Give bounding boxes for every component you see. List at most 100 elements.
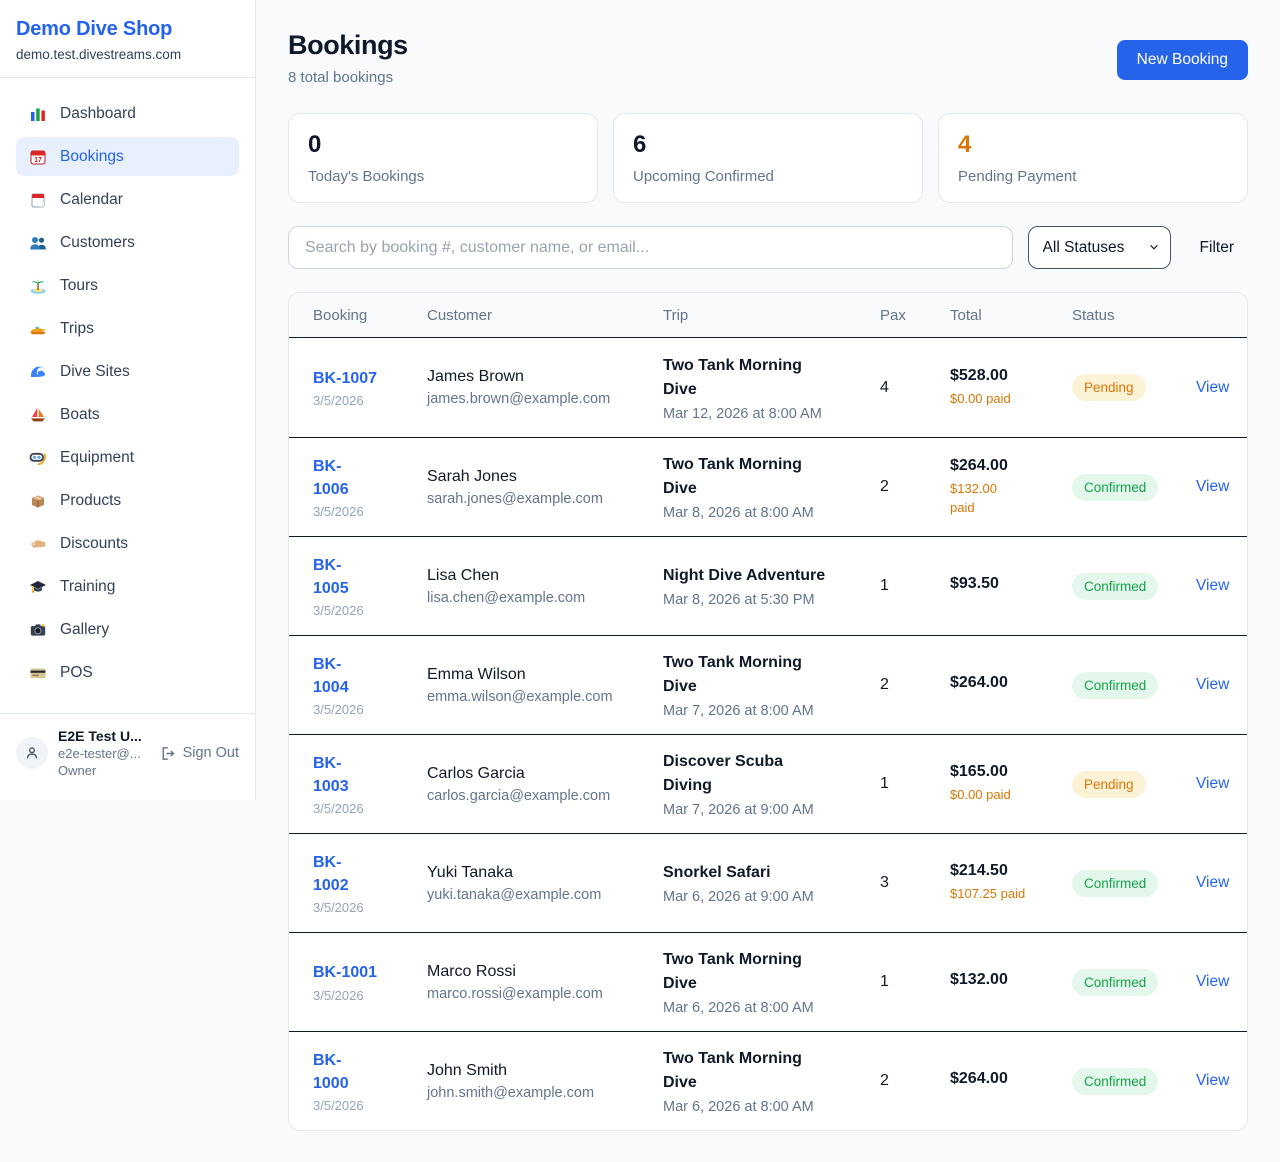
- paid-amount: $107.25 paid: [950, 885, 1072, 904]
- sidebar-item-label: Calendar: [60, 191, 123, 209]
- sidebar-item-gallery[interactable]: Gallery: [16, 610, 239, 649]
- island-icon: [28, 276, 47, 295]
- booking-date: 3/5/2026: [313, 504, 427, 519]
- view-link[interactable]: View: [1196, 973, 1229, 991]
- stat-value: 4: [958, 131, 1228, 159]
- view-link[interactable]: View: [1196, 775, 1229, 793]
- sidebar-item-label: Customers: [60, 234, 135, 252]
- sidebar-item-boats[interactable]: Boats: [16, 395, 239, 434]
- trip-datetime: Mar 8, 2026 at 5:30 PM: [663, 592, 866, 608]
- view-link[interactable]: View: [1196, 478, 1229, 496]
- table-row: BK-1004 3/5/2026 Emma Wilson emma.wilson…: [289, 635, 1247, 734]
- sidebar-item-label: Discounts: [60, 535, 128, 553]
- sidebar-item-label: Boats: [60, 406, 100, 424]
- sidebar-item-bookings[interactable]: 17 Bookings: [16, 137, 239, 176]
- column-header-customer: Customer: [427, 307, 663, 324]
- tag-icon: [28, 534, 47, 553]
- filter-controls: All Statuses Filter: [288, 226, 1248, 269]
- view-link[interactable]: View: [1196, 379, 1229, 397]
- sidebar-item-label: Dive Sites: [60, 363, 130, 381]
- status-badge: Confirmed: [1072, 474, 1158, 501]
- sidebar-item-equipment[interactable]: Equipment: [16, 438, 239, 477]
- sidebar-item-dive-sites[interactable]: Dive Sites: [16, 352, 239, 391]
- stats-cards: 0 Today's Bookings 6 Upcoming Confirmed …: [288, 113, 1248, 203]
- customer-email: james.brown@example.com: [427, 391, 663, 407]
- sidebar-item-label: Dashboard: [60, 105, 136, 123]
- pax-count: 2: [880, 676, 950, 694]
- table-row: BK-1006 3/5/2026 Sarah Jones sarah.jones…: [289, 437, 1247, 536]
- sidebar-item-pos[interactable]: POS: [16, 653, 239, 692]
- sign-out-label: Sign Out: [183, 745, 239, 761]
- customer-email: yuki.tanaka@example.com: [427, 887, 663, 903]
- trip-datetime: Mar 6, 2026 at 9:00 AM: [663, 889, 866, 905]
- trip-name: Two Tank MorningDive: [663, 453, 866, 501]
- pax-count: 4: [880, 379, 950, 397]
- sidebar-item-label: Trips: [60, 320, 94, 338]
- person-icon: [23, 744, 41, 762]
- booking-id-link[interactable]: BK-1005: [313, 554, 427, 600]
- customer-email: carlos.garcia@example.com: [427, 788, 663, 804]
- paid-amount: $0.00 paid: [950, 786, 1072, 805]
- booking-id-link[interactable]: BK-1002: [313, 851, 427, 897]
- shop-name: Demo Dive Shop: [16, 18, 239, 41]
- status-select[interactable]: All Statuses: [1028, 226, 1171, 269]
- sidebar-item-dashboard[interactable]: Dashboard: [16, 94, 239, 133]
- new-booking-button[interactable]: New Booking: [1117, 40, 1248, 80]
- booking-id-link[interactable]: BK-1007: [313, 367, 427, 390]
- filter-button[interactable]: Filter: [1186, 239, 1248, 257]
- view-link[interactable]: View: [1196, 577, 1229, 595]
- search-input[interactable]: [288, 226, 1013, 269]
- view-link[interactable]: View: [1196, 676, 1229, 694]
- table-row: BK-1000 3/5/2026 John Smith john.smith@e…: [289, 1031, 1247, 1130]
- booking-id-link[interactable]: BK-1003: [313, 752, 427, 798]
- customer-email: marco.rossi@example.com: [427, 986, 663, 1002]
- booking-id-link[interactable]: BK-1000: [313, 1049, 427, 1095]
- total-amount: $264.00: [950, 674, 1072, 692]
- sidebar-item-discounts[interactable]: Discounts: [16, 524, 239, 563]
- pax-count: 2: [880, 478, 950, 496]
- trip-name: Two Tank MorningDive: [663, 354, 866, 402]
- stat-label: Today's Bookings: [308, 168, 578, 185]
- graduation-cap-icon: [28, 577, 47, 596]
- customer-email: lisa.chen@example.com: [427, 590, 663, 606]
- sidebar-item-products[interactable]: Products: [16, 481, 239, 520]
- status-select-wrap: All Statuses: [1028, 226, 1171, 269]
- trip-datetime: Mar 12, 2026 at 8:00 AM: [663, 406, 866, 422]
- booking-id-link[interactable]: BK-1004: [313, 653, 427, 699]
- trip-name: Discover ScubaDiving: [663, 750, 866, 798]
- view-link[interactable]: View: [1196, 874, 1229, 892]
- sidebar-item-label: Products: [60, 492, 121, 510]
- total-amount: $528.00: [950, 367, 1072, 385]
- table-row: BK-1007 3/5/2026 James Brown james.brown…: [289, 338, 1247, 437]
- booking-id-link[interactable]: BK-1006: [313, 455, 427, 501]
- trip-name: Two Tank MorningDive: [663, 651, 866, 699]
- people-icon: [28, 233, 47, 252]
- customer-email: john.smith@example.com: [427, 1085, 663, 1101]
- total-amount: $264.00: [950, 457, 1072, 475]
- customer-email: emma.wilson@example.com: [427, 689, 663, 705]
- stat-value: 0: [308, 131, 578, 159]
- status-badge: Pending: [1072, 374, 1146, 401]
- sidebar-item-training[interactable]: Training: [16, 567, 239, 606]
- trip-datetime: Mar 7, 2026 at 9:00 AM: [663, 802, 866, 818]
- table-row: BK-1001 3/5/2026 Marco Rossi marco.rossi…: [289, 932, 1247, 1031]
- booking-id-link[interactable]: BK-1001: [313, 961, 427, 984]
- pax-count: 1: [880, 577, 950, 595]
- camera-icon: [28, 620, 47, 639]
- sidebar-item-label: Tours: [60, 277, 98, 295]
- booking-date: 3/5/2026: [313, 801, 427, 816]
- user-meta: E2E Test U... e2e-tester@... Owner: [58, 728, 142, 778]
- total-amount: $214.50: [950, 862, 1072, 880]
- booking-date: 3/5/2026: [313, 603, 427, 618]
- trip-datetime: Mar 6, 2026 at 8:00 AM: [663, 1099, 866, 1115]
- view-link[interactable]: View: [1196, 1072, 1229, 1090]
- sidebar-item-tours[interactable]: Tours: [16, 266, 239, 305]
- sidebar-item-calendar[interactable]: Calendar: [16, 180, 239, 219]
- sidebar-item-customers[interactable]: Customers: [16, 223, 239, 262]
- sidebar-item-label: POS: [60, 664, 93, 682]
- sign-out-button[interactable]: Sign Out: [159, 745, 239, 762]
- bookings-table: Booking Customer Trip Pax Total Status B…: [288, 292, 1248, 1131]
- trip-name: Night Dive Adventure: [663, 564, 866, 588]
- trip-datetime: Mar 7, 2026 at 8:00 AM: [663, 703, 866, 719]
- sidebar-item-trips[interactable]: Trips: [16, 309, 239, 348]
